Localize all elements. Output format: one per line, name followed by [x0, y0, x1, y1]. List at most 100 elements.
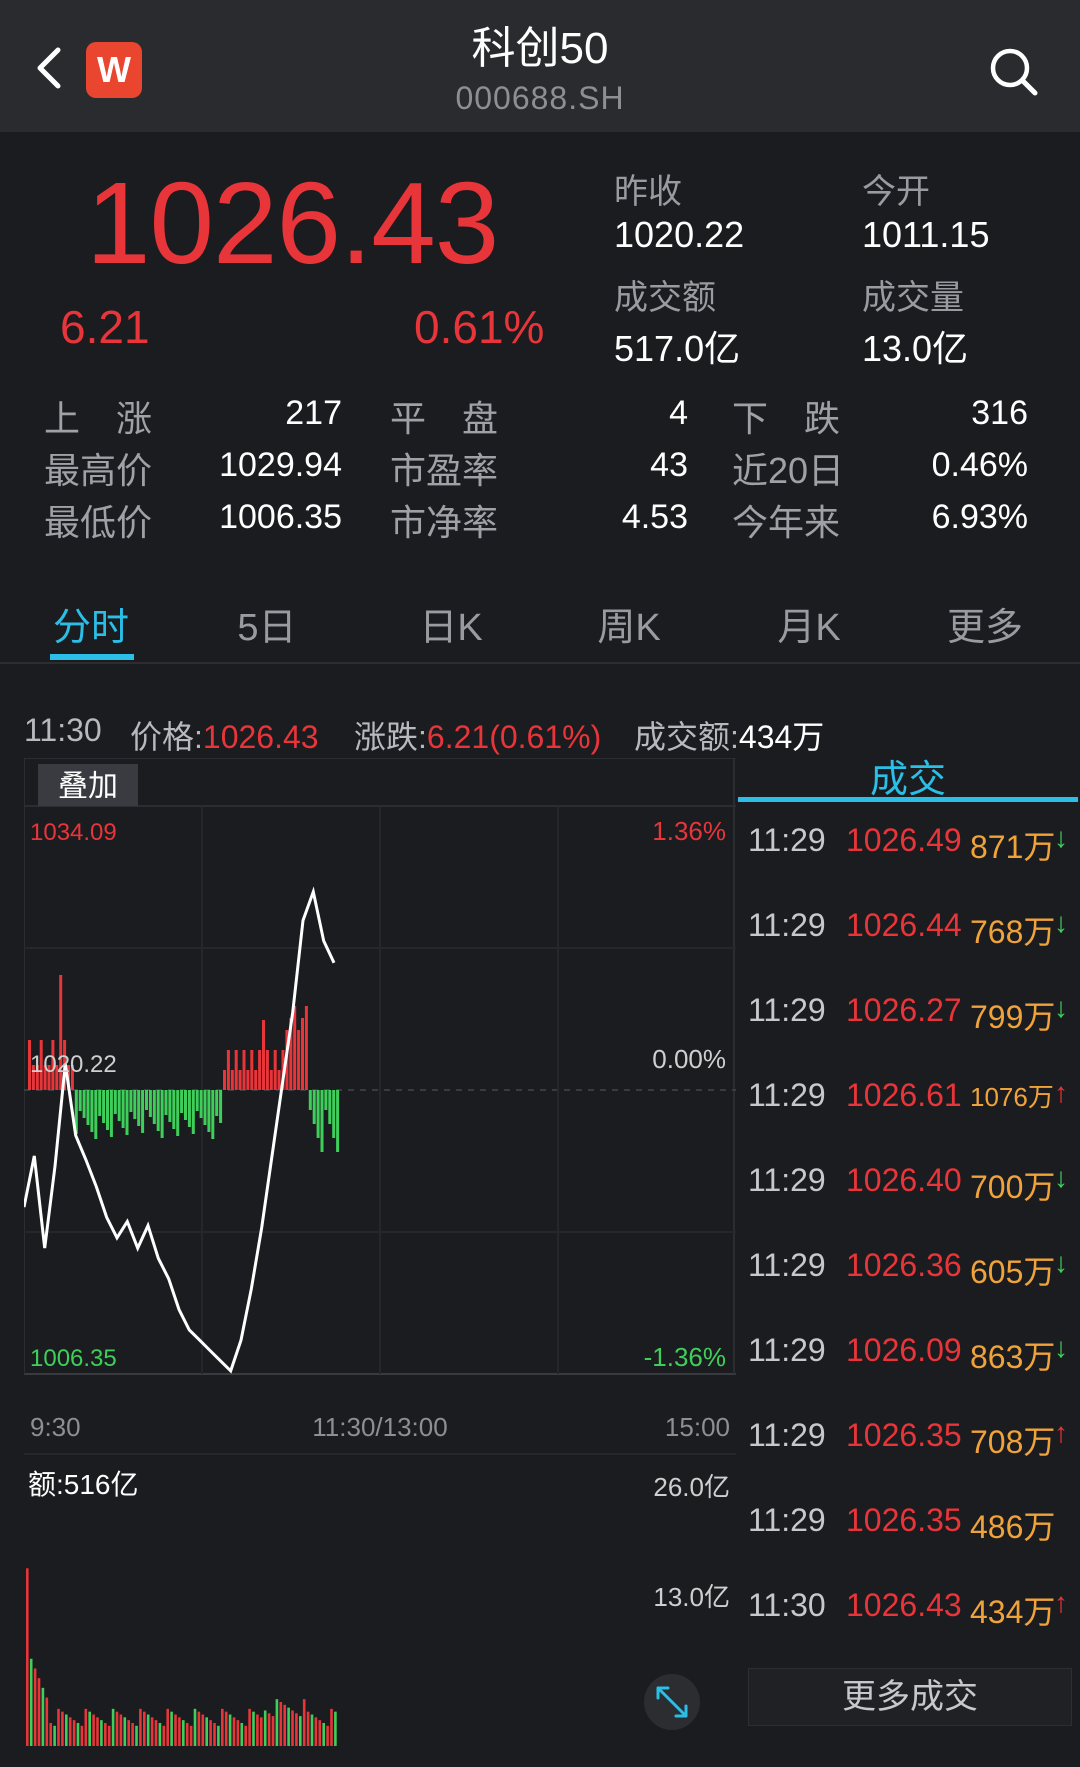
tab-daily-k[interactable]: 日K — [376, 596, 526, 651]
up-arrow-icon: ↑ — [1054, 1077, 1068, 1108]
diff-bar — [106, 1090, 109, 1130]
trades-header-indicator — [738, 797, 1078, 802]
volume-bar — [260, 1717, 263, 1746]
diff-bar — [223, 1070, 226, 1090]
volume-bar — [232, 1717, 236, 1746]
volume-bar — [267, 1713, 271, 1746]
info-price-label: 价格: — [130, 719, 203, 755]
trade-time: 11:29 — [748, 1162, 826, 1198]
up-arrow-icon: ↑ — [1054, 1587, 1068, 1618]
diff-bar — [145, 1090, 148, 1110]
pb-label: 市净率 — [390, 502, 499, 543]
trade-price: 1026.09 — [846, 1332, 962, 1368]
volume-bar — [197, 1711, 201, 1746]
volume-bar — [299, 1716, 302, 1746]
expand-icon[interactable] — [644, 1674, 700, 1730]
diff-bar — [137, 1090, 141, 1126]
fall-count: 316 — [971, 394, 1028, 432]
volume-bar — [88, 1711, 91, 1746]
y-axis-bottom-label: 1006.35 — [30, 1345, 117, 1372]
trade-row: 11:29 1026.49 871万 ↓ — [748, 822, 1078, 882]
volume-bar — [302, 1699, 306, 1746]
high-label: 最高价 — [44, 450, 153, 491]
diff-bar — [234, 1050, 238, 1090]
volume-bar — [80, 1725, 84, 1746]
low-label: 最低价 — [44, 502, 153, 543]
high-value: 1029.94 — [219, 446, 342, 484]
volume-bar — [72, 1720, 76, 1746]
tab-weekly-k[interactable]: 周K — [554, 596, 704, 651]
volume-bar — [295, 1713, 298, 1746]
flat-count-label: 平 盘 — [390, 398, 499, 439]
trade-volume: 605万 — [970, 1254, 1056, 1290]
diff-bar — [226, 1050, 230, 1090]
info-price-value: 1026.43 — [202, 719, 319, 755]
diff-bar — [82, 1090, 86, 1118]
volume-bar — [185, 1722, 189, 1746]
info-amount-label: 成交额: — [634, 719, 739, 755]
diff-bar — [90, 1090, 94, 1132]
diff-bar — [125, 1090, 129, 1135]
trades-header[interactable]: 成交 — [738, 748, 1078, 803]
volume-label: 成交量 — [862, 279, 964, 317]
volume-bar — [92, 1714, 95, 1746]
pct-axis-mid-label: 0.00% — [652, 1044, 726, 1074]
volume-bar — [318, 1720, 322, 1746]
vol-axis-top-label: 26.0亿 — [653, 1472, 730, 1502]
trade-time: 11:29 — [748, 992, 826, 1028]
diff-bar — [129, 1090, 133, 1112]
volume-bar — [154, 1720, 158, 1746]
y-axis-top-label: 1034.09 — [30, 819, 117, 846]
volume-bar — [221, 1708, 224, 1746]
pct-axis-top-label: 1.36% — [652, 816, 726, 846]
volume-bar — [283, 1704, 286, 1746]
volume-bar — [166, 1708, 169, 1746]
volume-bar — [326, 1725, 329, 1746]
volume-bar — [178, 1717, 181, 1746]
ytd-label: 今年来 — [732, 502, 841, 543]
volume-bar — [240, 1722, 244, 1746]
diff-bar — [141, 1090, 145, 1133]
trade-price: 1026.43 — [846, 1587, 962, 1623]
y-axis-mid-label: 1020.22 — [30, 1051, 117, 1078]
more-trades-button[interactable]: 更多成交 — [748, 1668, 1072, 1726]
volume-bar — [123, 1717, 127, 1746]
trade-row: 11:30 1026.43 434万 ↑ — [748, 1587, 1078, 1647]
volume-bar — [205, 1717, 208, 1746]
trade-time: 11:30 — [748, 1587, 826, 1623]
diff-bar — [301, 1018, 304, 1090]
search-icon[interactable] — [986, 44, 1042, 100]
diff-bar — [269, 1070, 273, 1090]
app-header: W 科创50 000688.SH — [0, 0, 1080, 132]
diff-bar — [180, 1090, 184, 1113]
diff-bar — [332, 1090, 336, 1138]
volume-bar — [244, 1725, 247, 1746]
overlay-button[interactable]: 叠加 — [58, 770, 118, 803]
volume-bar — [41, 1687, 45, 1746]
volume-bar — [252, 1711, 255, 1746]
pe-value: 43 — [650, 446, 688, 484]
diff-bar — [172, 1090, 176, 1129]
diff-bar — [203, 1090, 207, 1125]
intraday-chart[interactable]: 叠加 1034.09 1020.22 1006.35 1.36% 0.00% -… — [24, 758, 736, 1758]
trade-volume: 700万 — [970, 1169, 1056, 1205]
crosshair-time: 11:30 — [24, 712, 102, 748]
volume-bar — [224, 1711, 228, 1746]
tab-5day[interactable]: 5日 — [192, 596, 342, 651]
volume-bar — [310, 1714, 314, 1746]
tab-monthly-k[interactable]: 月K — [734, 596, 884, 651]
diff-bar — [242, 1050, 246, 1090]
trade-time: 11:29 — [748, 907, 826, 943]
volume-bar — [107, 1725, 111, 1746]
diff-bar — [86, 1090, 90, 1125]
tab-intraday[interactable]: 分时 — [16, 596, 166, 651]
volume-bar — [279, 1701, 283, 1746]
diff-bar — [211, 1090, 215, 1139]
diff-bar — [199, 1090, 203, 1118]
ytd-value: 6.93% — [931, 498, 1028, 536]
trade-row: 11:29 1026.27 799万 ↓ — [748, 992, 1078, 1052]
volume-bar — [150, 1717, 154, 1746]
tab-more[interactable]: 更多 — [910, 596, 1060, 651]
d20-value: 0.46% — [931, 446, 1028, 484]
volume-bar — [248, 1708, 251, 1746]
